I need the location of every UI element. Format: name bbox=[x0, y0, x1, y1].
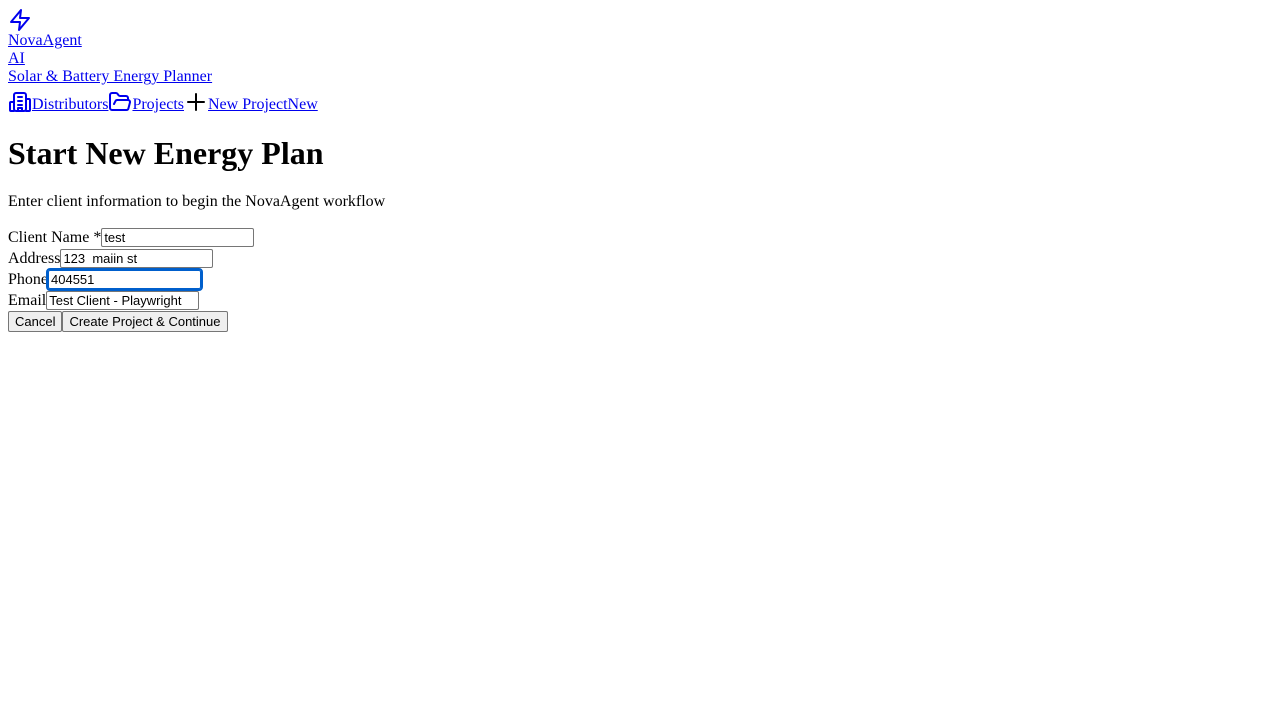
address-row: Address bbox=[8, 248, 1272, 269]
nav-item-projects[interactable]: Projects bbox=[108, 90, 184, 114]
main-nav: Distributors Projects New Project New bbox=[8, 86, 1272, 114]
page-subtitle: Enter client information to begin the No… bbox=[8, 193, 386, 210]
nav-item-label: Projects bbox=[132, 96, 184, 113]
folder-open-icon bbox=[109, 92, 132, 111]
phone-row: Phone bbox=[8, 268, 1272, 291]
address-label: Address bbox=[8, 249, 61, 267]
brand-suffix-link[interactable]: AI bbox=[8, 50, 1272, 68]
nav-item-new-project[interactable]: New Project New bbox=[184, 90, 318, 114]
email-row: Email bbox=[8, 290, 1272, 311]
create-project-button[interactable]: Create Project & Continue bbox=[62, 311, 228, 332]
client-name-input[interactable] bbox=[101, 228, 255, 247]
client-name-label: Client Name * bbox=[8, 228, 102, 246]
building-icon bbox=[9, 92, 31, 112]
main-content: Start New Energy Plan Enter client infor… bbox=[8, 135, 1272, 332]
nav-item-label: Distributors bbox=[32, 96, 109, 113]
phone-label: Phone bbox=[8, 270, 48, 288]
zap-icon bbox=[10, 9, 30, 31]
page-title: Start New Energy Plan bbox=[8, 135, 324, 171]
plus-icon bbox=[187, 93, 205, 111]
page: NovaAgent AI Solar & Battery Energy Plan… bbox=[0, 0, 1280, 340]
email-label: Email bbox=[8, 291, 47, 309]
brand-tagline-link[interactable]: Solar & Battery Energy Planner bbox=[8, 68, 1272, 86]
phone-input[interactable] bbox=[46, 268, 203, 291]
address-input[interactable] bbox=[60, 249, 214, 268]
header: NovaAgent AI Solar & Battery Energy Plan… bbox=[8, 8, 1272, 114]
email-input[interactable] bbox=[46, 291, 200, 310]
new-project-form: Client Name * Address Phone Email Cancel… bbox=[8, 227, 1272, 332]
form-actions: Cancel Create Project & Continue bbox=[8, 311, 1272, 332]
new-badge: New bbox=[287, 96, 318, 113]
cancel-button[interactable]: Cancel bbox=[8, 311, 63, 332]
brand-logo-link[interactable] bbox=[8, 8, 1272, 32]
client-name-row: Client Name * bbox=[8, 227, 1272, 248]
nav-item-label: New Project bbox=[208, 96, 288, 113]
brand-name-link[interactable]: NovaAgent bbox=[8, 32, 1272, 50]
nav-item-distributors[interactable]: Distributors bbox=[8, 90, 108, 114]
